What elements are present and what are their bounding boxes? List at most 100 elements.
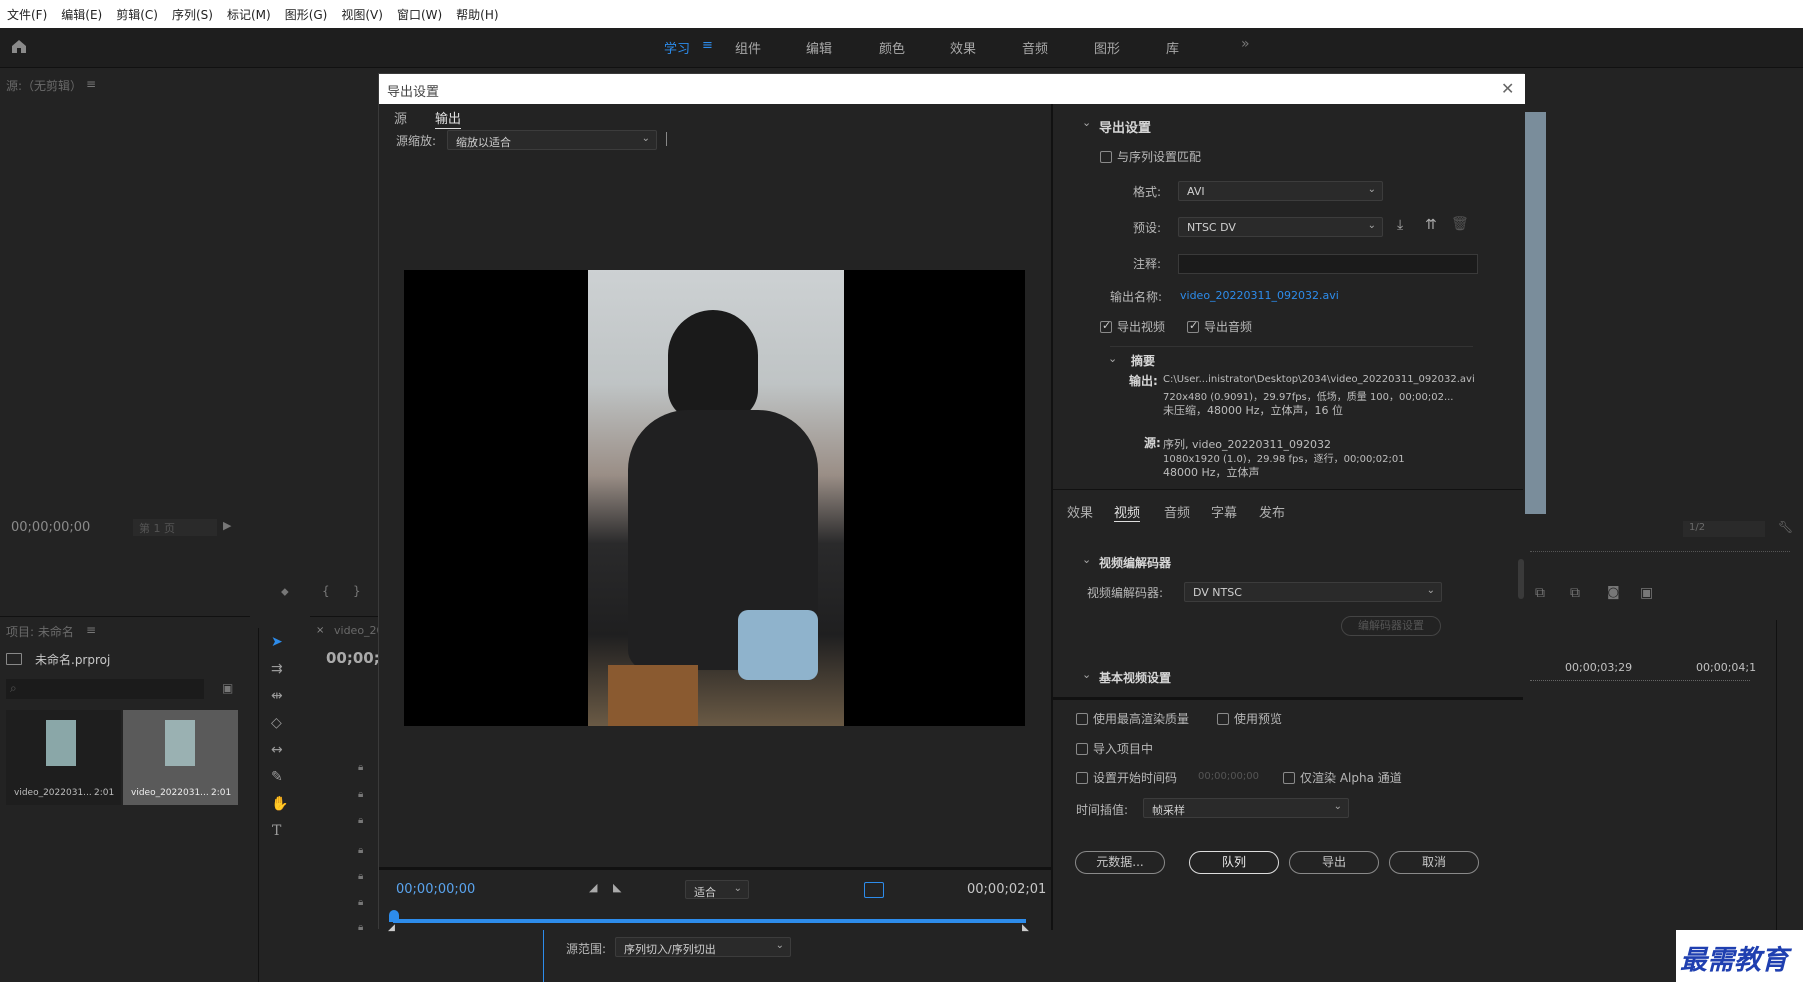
menu-edit[interactable]: 编辑(E) <box>54 6 109 23</box>
codec-settings-button[interactable]: 编解码器设置 <box>1341 616 1441 636</box>
comment-input[interactable] <box>1178 254 1478 274</box>
source-scale-select[interactable]: 缩放以适合 ⌄ <box>447 130 657 150</box>
marker-icon[interactable]: ⬥ <box>281 585 289 599</box>
pen-tool-icon[interactable]: ✎ <box>271 769 283 785</box>
camera-icon[interactable]: ◙ <box>1607 585 1620 600</box>
chevron-down-icon[interactable]: ⌄ <box>1082 116 1091 129</box>
timeline-tab[interactable]: video_20 <box>334 624 384 637</box>
menu-sequence[interactable]: 序列(S) <box>165 6 220 23</box>
cancel-button[interactable]: 取消 <box>1389 851 1479 874</box>
panel-menu-icon[interactable]: ≡ <box>86 77 96 91</box>
tab-effects[interactable]: 效果 <box>1067 502 1093 521</box>
ripple-edit-tool-icon[interactable]: ⇹ <box>271 688 283 704</box>
menu-marker[interactable]: 标记(M) <box>220 6 278 23</box>
source-range-select[interactable]: 序列切入/序列切出 ⌄ <box>615 937 791 957</box>
program-page-select[interactable]: 1/2 <box>1683 521 1765 537</box>
lock-icon[interactable]: 🔒︎ <box>358 871 363 882</box>
project-search-input[interactable]: ⌕ <box>6 679 204 699</box>
aspect-correction-icon[interactable] <box>864 882 884 898</box>
trash-icon[interactable]: 🗑︎ <box>1451 216 1469 232</box>
wrench-icon[interactable]: 🔧︎ <box>1778 520 1793 534</box>
in-point-handle[interactable]: ◢ <box>388 923 395 933</box>
tab-audio[interactable]: 音频 <box>1164 502 1190 521</box>
scrollbar[interactable] <box>1518 559 1524 599</box>
hand-tool-icon[interactable]: ✋ <box>271 796 288 812</box>
mark-out-icon[interactable]: } <box>353 584 361 598</box>
tab-source[interactable]: 源 <box>394 108 407 127</box>
set-out-point-icon[interactable]: ◣ <box>613 881 621 894</box>
chevron-down-icon[interactable]: ⌄ <box>1108 352 1117 365</box>
format-select[interactable]: AVI ⌄ <box>1178 181 1383 201</box>
preset-select[interactable]: NTSC DV ⌄ <box>1178 217 1383 237</box>
chevron-down-icon[interactable]: ⌄ <box>1082 553 1091 566</box>
workspace-tab-editing[interactable]: 编辑 <box>806 38 832 57</box>
start-timecode-value[interactable]: 00;00;00;00 <box>1198 771 1259 782</box>
project-item[interactable]: video_2022031... 2:01 <box>6 710 121 805</box>
export-audio-checkbox[interactable]: 导出音频 <box>1187 318 1252 335</box>
track-select-tool-icon[interactable]: ⇉ <box>271 661 283 677</box>
workspace-tab-effects[interactable]: 效果 <box>950 38 976 57</box>
home-icon[interactable] <box>10 37 28 55</box>
lock-icon[interactable]: 🔒︎ <box>358 762 363 773</box>
workspace-tab-audio[interactable]: 音频 <box>1022 38 1048 57</box>
alpha-only-checkbox[interactable]: 仅渲染 Alpha 通道 <box>1283 769 1402 786</box>
max-render-checkbox[interactable]: 使用最高渲染质量 <box>1076 710 1189 727</box>
tab-publish[interactable]: 发布 <box>1259 502 1285 521</box>
project-item-selected[interactable]: video_2022031... 2:01 <box>123 710 238 805</box>
type-tool-icon[interactable]: T <box>272 823 281 839</box>
slip-tool-icon[interactable]: ↔ <box>271 742 283 758</box>
workspace-tab-color[interactable]: 颜色 <box>879 38 905 57</box>
menu-lines-icon[interactable]: ≡ <box>702 38 713 53</box>
close-icon[interactable]: ✕ <box>1501 79 1514 98</box>
new-bin-icon[interactable]: ▣ <box>222 681 233 695</box>
workspace-tab-graphics[interactable]: 图形 <box>1094 38 1120 57</box>
fit-select[interactable]: 适合 ⌄ <box>685 880 749 899</box>
playhead-handle[interactable] <box>389 910 399 922</box>
lock-icon[interactable]: 🔒︎ <box>358 922 363 933</box>
source-timecode[interactable]: 00;00;00;00 <box>11 520 90 535</box>
output-name-link[interactable]: video_20220311_092032.avi <box>1180 289 1339 302</box>
chevron-down-icon[interactable]: ⌄ <box>1082 668 1091 681</box>
compare-view-icon[interactable]: ⧉ <box>1570 585 1580 601</box>
export-frame-icon[interactable]: ⧉ <box>1535 585 1545 601</box>
export-video-checkbox[interactable]: 导出视频 <box>1100 318 1165 335</box>
play-arrow-icon[interactable]: ▶ <box>223 519 231 532</box>
current-timecode[interactable]: 00;00;00;00 <box>396 882 475 897</box>
selection-tool-icon[interactable]: ➤ <box>271 634 283 650</box>
menu-help[interactable]: 帮助(H) <box>449 6 505 23</box>
lock-icon[interactable]: 🔒︎ <box>358 845 363 856</box>
mark-in-icon[interactable]: { <box>322 584 330 598</box>
queue-button[interactable]: 队列 <box>1189 851 1279 874</box>
lock-icon[interactable]: 🔒︎ <box>358 815 363 826</box>
import-project-checkbox[interactable]: 导入项目中 <box>1076 740 1153 757</box>
page-select[interactable]: 第 1 页 <box>133 519 217 536</box>
save-preset-icon[interactable]: ⤓ <box>1397 217 1403 233</box>
lock-icon[interactable]: 🔒︎ <box>358 789 363 800</box>
match-sequence-checkbox[interactable]: 与序列设置匹配 <box>1100 148 1201 165</box>
razor-tool-icon[interactable]: ◇ <box>271 715 282 731</box>
workspace-tab-assembly[interactable]: 组件 <box>735 38 761 57</box>
video-codec-select[interactable]: DV NTSC ⌄ <box>1184 582 1442 602</box>
export-button[interactable]: 导出 <box>1289 851 1379 874</box>
menu-graphics[interactable]: 图形(G) <box>278 6 335 23</box>
out-point-handle[interactable]: ◣ <box>1022 923 1029 933</box>
lock-icon[interactable]: 🔒︎ <box>358 897 363 908</box>
tab-captions[interactable]: 字幕 <box>1211 502 1237 521</box>
menu-window[interactable]: 窗口(W) <box>390 6 449 23</box>
multicam-icon[interactable]: ▣ <box>1640 585 1653 601</box>
workspace-tab-learn[interactable]: 学习 <box>664 38 690 57</box>
time-interpolation-select[interactable]: 帧采样 ⌄ <box>1143 798 1349 818</box>
timeline-scrubber[interactable] <box>393 919 1026 923</box>
menu-view[interactable]: 视图(V) <box>334 6 390 23</box>
tab-output[interactable]: 输出 <box>435 108 462 129</box>
metadata-button[interactable]: 元数据... <box>1075 851 1165 874</box>
menu-clip[interactable]: 剪辑(C) <box>109 6 165 23</box>
tab-video[interactable]: 视频 <box>1114 502 1141 522</box>
close-tab-icon[interactable]: × <box>316 625 324 636</box>
use-preview-checkbox[interactable]: 使用预览 <box>1217 710 1282 727</box>
set-start-timecode-checkbox[interactable]: 设置开始时间码 <box>1076 769 1177 786</box>
import-preset-icon[interactable]: ⇈ <box>1425 217 1437 233</box>
menu-file[interactable]: 文件(F) <box>0 6 54 23</box>
panel-menu-icon[interactable]: ≡ <box>86 623 96 637</box>
set-in-point-icon[interactable]: ◢ <box>589 881 597 894</box>
